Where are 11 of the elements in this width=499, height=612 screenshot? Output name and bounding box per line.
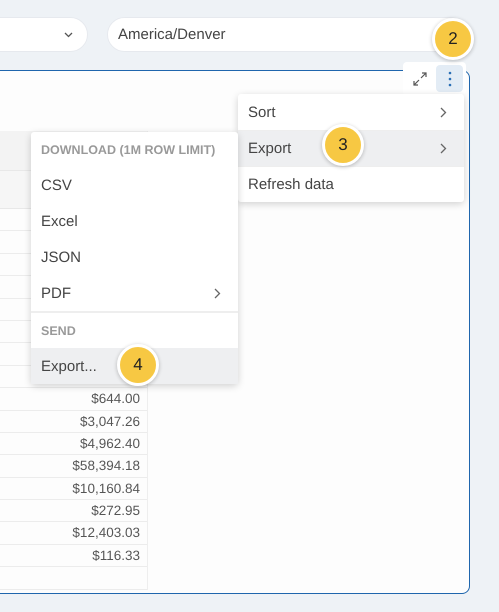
table-cell-text: $10,160.84 bbox=[72, 480, 140, 498]
section-heading: DOWNLOAD (1M ROW LIMIT) bbox=[40, 142, 216, 159]
table-cell-text: $272.95 bbox=[91, 502, 140, 520]
table-cell-text: $116.33 bbox=[92, 546, 140, 565]
table-cell-text: $3,047.26 bbox=[80, 412, 140, 431]
table-cell-text: $12,403.03 bbox=[72, 524, 140, 542]
table-cell-text: $58,394.18 bbox=[72, 457, 140, 476]
table-cell-text: $644.00 bbox=[91, 390, 140, 408]
section-heading: SEND bbox=[40, 322, 77, 340]
step-callout-tooltip: 2 bbox=[432, 18, 474, 60]
table-cell-text: $4,962.40 bbox=[80, 434, 140, 453]
